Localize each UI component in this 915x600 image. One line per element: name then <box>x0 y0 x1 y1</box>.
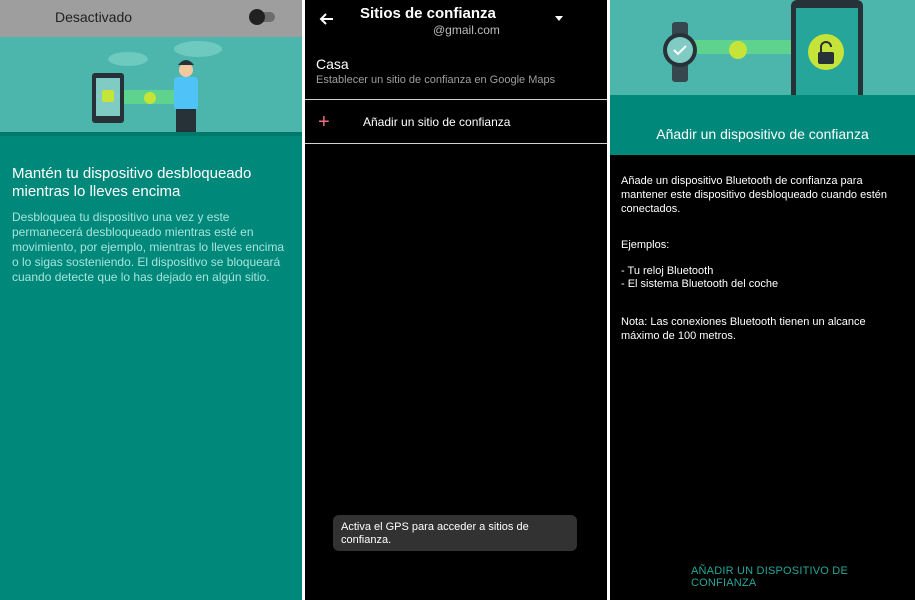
example-watch: - Tu reloj Bluetooth <box>621 265 714 277</box>
place-hint: Establecer un sitio de confianza en Goog… <box>316 74 556 86</box>
app-bar: Sitios de confianza @gmail.com <box>305 0 607 44</box>
on-body-detection-panel: Desactivado Mantén tu dispositivo desblo… <box>0 0 302 600</box>
plus-icon: + <box>318 111 330 133</box>
person-illustration <box>0 37 302 132</box>
toggle-bar[interactable]: Desactivado <box>0 0 302 37</box>
description: Añade un dispositivo Bluetooth de confia… <box>621 175 888 215</box>
panel-title: Añadir un dispositivo de confianza <box>656 126 869 142</box>
title-band <box>610 95 915 155</box>
divider <box>305 99 607 100</box>
add-trusted-device-button[interactable]: AÑADIR UN DISPOSITIVO DE CONFIANZA <box>691 565 915 589</box>
toggle-label: Desactivado <box>55 9 133 25</box>
toast-message: Activa el GPS para acceder a sitios de c… <box>341 521 529 546</box>
add-place-label: Añadir un sitio de confianza <box>363 115 511 129</box>
feature-title: Mantén tu dispositivo desbloqueado mient… <box>12 165 252 200</box>
feature-description: Desbloquea tu dispositivo una vez y este… <box>12 210 285 284</box>
trusted-devices-panel: Añadir un dispositivo de confianza Añade… <box>610 0 915 600</box>
toggle-thumb <box>249 9 265 25</box>
range-note: Nota: Las conexiones Bluetooth tienen un… <box>621 316 866 342</box>
example-car: - El sistema Bluetooth del coche <box>621 278 779 290</box>
place-name: Casa <box>316 56 349 72</box>
device-illustration <box>610 0 915 106</box>
toggle-switch[interactable] <box>249 9 275 25</box>
person-phone-illustration <box>92 41 222 132</box>
ground-strip <box>0 132 302 136</box>
trusted-places-panel: Sitios de confianza @gmail.com Casa Esta… <box>305 0 607 600</box>
divider <box>305 143 607 144</box>
account-email: @gmail.com <box>433 23 500 37</box>
back-arrow-icon[interactable] <box>317 9 337 29</box>
account-dropdown-icon[interactable] <box>555 16 563 21</box>
watch-phone-illustration <box>663 0 863 106</box>
gps-toast: Activa el GPS para acceder a sitios de c… <box>333 515 577 551</box>
page-title: Sitios de confianza <box>360 5 496 22</box>
examples-label: Ejemplos: <box>621 239 670 251</box>
